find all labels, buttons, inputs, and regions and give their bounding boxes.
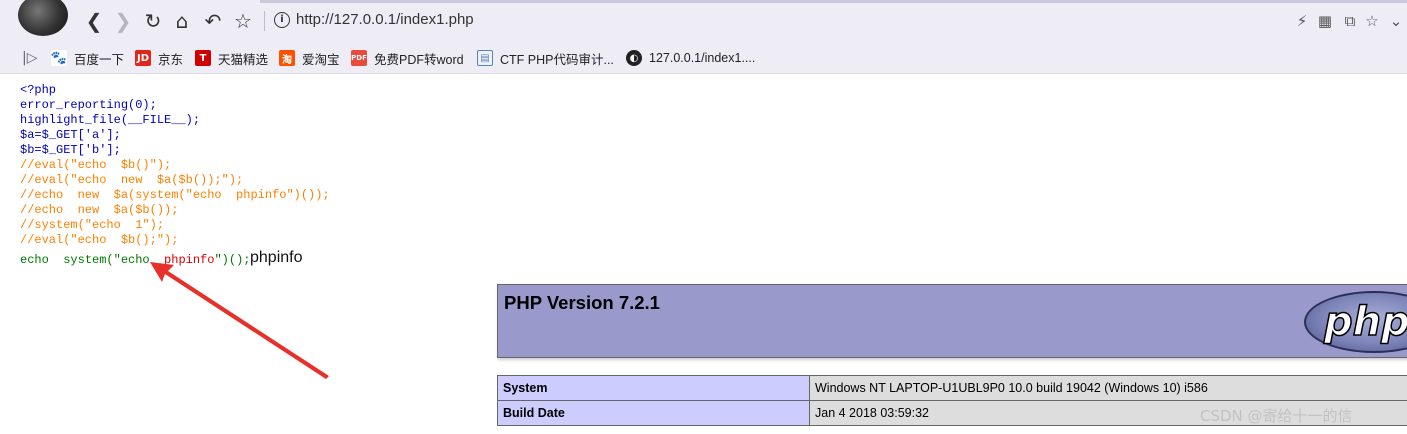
bookmark-label: 天猫精选 [218,52,269,67]
baidu-icon: 🐾 [50,50,68,66]
tab-strip-edge [260,0,1407,3]
back-arrow-icon[interactable]: ❮ [82,9,106,33]
bookmark-label: 免费PDF转word [374,52,464,67]
annotation-arrow-shape [150,262,329,379]
php-logo-text: php [1323,298,1407,346]
annotation-arrow-icon [150,262,329,379]
bookmark-jd[interactable]: JD 京东 [135,49,183,67]
bookmark-pdf[interactable]: PDF 免费PDF转word [351,49,464,67]
bookmark-taobao[interactable]: 淘 爱淘宝 [279,49,340,67]
table-key: System [497,375,810,401]
code-comment-line: //echo new $a($b()); [20,203,179,217]
undo-icon[interactable]: ↶ [201,9,225,33]
qr-code-icon[interactable]: ▦ [1315,11,1335,31]
reload-icon[interactable]: ↻ [141,9,165,33]
code-comment-line: //eval("echo new $a($b());"); [20,173,244,187]
taobao-icon: 淘 [279,50,295,66]
chevron-down-icon[interactable]: ⌄ [1386,11,1406,31]
site-info-icon[interactable]: i [274,12,290,28]
lightning-icon[interactable]: ⚡ [1292,11,1312,31]
pdf-icon: PDF [351,50,367,66]
globe-icon: ◐ [626,50,642,66]
phpinfo-header: PHP Version 7.2.1 php [497,284,1407,358]
address-bar[interactable]: http://127.0.0.1/index1.php [296,11,474,28]
table-row: System Windows NT LAPTOP-U1UBL9P0 10.0 b… [497,375,1407,401]
translate-icon[interactable]: ⧉ [1340,11,1360,31]
code-comment-line: //system("echo 1"); [20,218,165,232]
bookmark-label: 爱淘宝 [302,52,340,67]
php-source-code: <?php error_reporting(0); highlight_file… [20,83,330,248]
code-echo-keyword: echo [20,253,49,267]
home-icon[interactable]: ⌂ [170,9,194,33]
code-line: $a=$_GET['a']; [20,128,121,142]
favorite-star-icon[interactable]: ☆ [1362,11,1382,31]
bookmark-ctf[interactable]: ▤ CTF PHP代码审计... [477,49,614,67]
csdn-watermark: CSDN @寄给十一的信 [1200,407,1353,425]
forward-arrow-icon[interactable]: ❯ [111,9,135,33]
code-system-call: system("echo [63,253,150,267]
toolbar-separator [264,11,265,31]
code-comment-line: //echo new $a(system("echo phpinfo")()); [20,188,330,202]
bookmark-label: 京东 [158,52,184,67]
star-bookmark-icon[interactable]: ☆ [231,9,255,33]
php-logo-icon: php [1304,291,1407,353]
bookmark-label: CTF PHP代码审计... [500,52,614,67]
tmall-icon: T [195,50,211,66]
bookmark-baidu[interactable]: 🐾 百度一下 [51,49,124,67]
code-line: highlight_file(__FILE__); [20,113,201,127]
bookmark-tmall[interactable]: T 天猫精选 [195,49,268,67]
code-line: <?php [20,83,57,97]
code-line: error_reporting(0); [20,98,157,112]
php-version-title: PHP Version 7.2.1 [504,292,660,313]
bookmark-local[interactable]: ◐ 127.0.0.1/index1.... [626,49,755,67]
bookmark-label: 百度一下 [74,52,125,67]
bookmark-label: 127.0.0.1/index1.... [649,51,756,65]
jd-icon: JD [135,50,151,66]
code-comment-line: //eval("echo $b();"); [20,233,179,247]
table-key: Build Date [497,400,810,426]
table-value: Windows NT LAPTOP-U1UBL9P0 10.0 build 19… [809,375,1407,401]
document-icon: ▤ [477,50,493,66]
sidebar-toggle-icon[interactable]: |▷ [22,50,37,66]
code-comment-line: //eval("echo $b()"); [20,158,172,172]
code-line: $b=$_GET['b']; [20,143,121,157]
